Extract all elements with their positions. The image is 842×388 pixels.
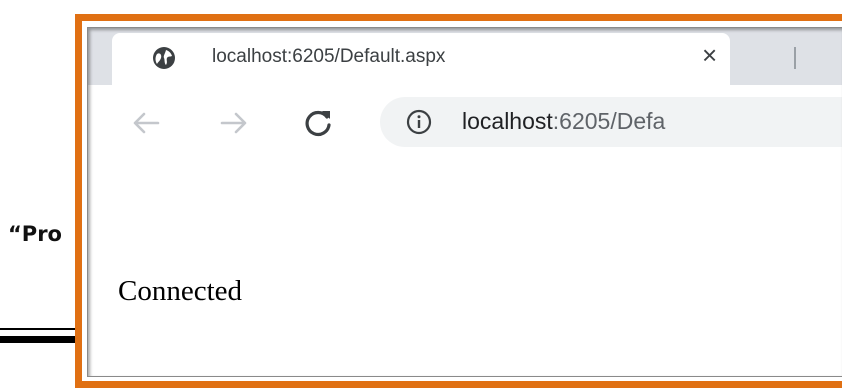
address-bar[interactable]: localhost:6205/Defa [380,97,842,147]
browser-toolbar: localhost:6205/Defa [88,85,842,164]
reload-icon[interactable] [300,105,336,141]
browser-tab[interactable]: localhost:6205/Default.aspx × [112,33,730,85]
url-host: localhost [462,108,553,134]
tab-strip: localhost:6205/Default.aspx × [88,27,842,85]
url-path: :6205/Defa [552,108,666,134]
tab-close-button[interactable]: × [702,40,717,70]
arrow-right-icon[interactable] [216,105,252,141]
url-text: localhost:6205/Defa [462,108,665,135]
browser-window: localhost:6205/Default.aspx × localhost:… [88,27,842,377]
page-content: Connected [88,163,842,377]
next-tab[interactable] [750,33,830,85]
tab-title: localhost:6205/Default.aspx [212,46,446,67]
status-text: Connected [118,275,243,307]
document-text-fragment: “Pro [8,222,62,246]
arrow-left-icon[interactable] [128,105,164,141]
tab-separator [794,47,796,69]
info-icon[interactable] [406,109,432,135]
screenshot-frame: localhost:6205/Default.aspx × localhost:… [75,14,842,388]
globe-icon [153,47,175,69]
